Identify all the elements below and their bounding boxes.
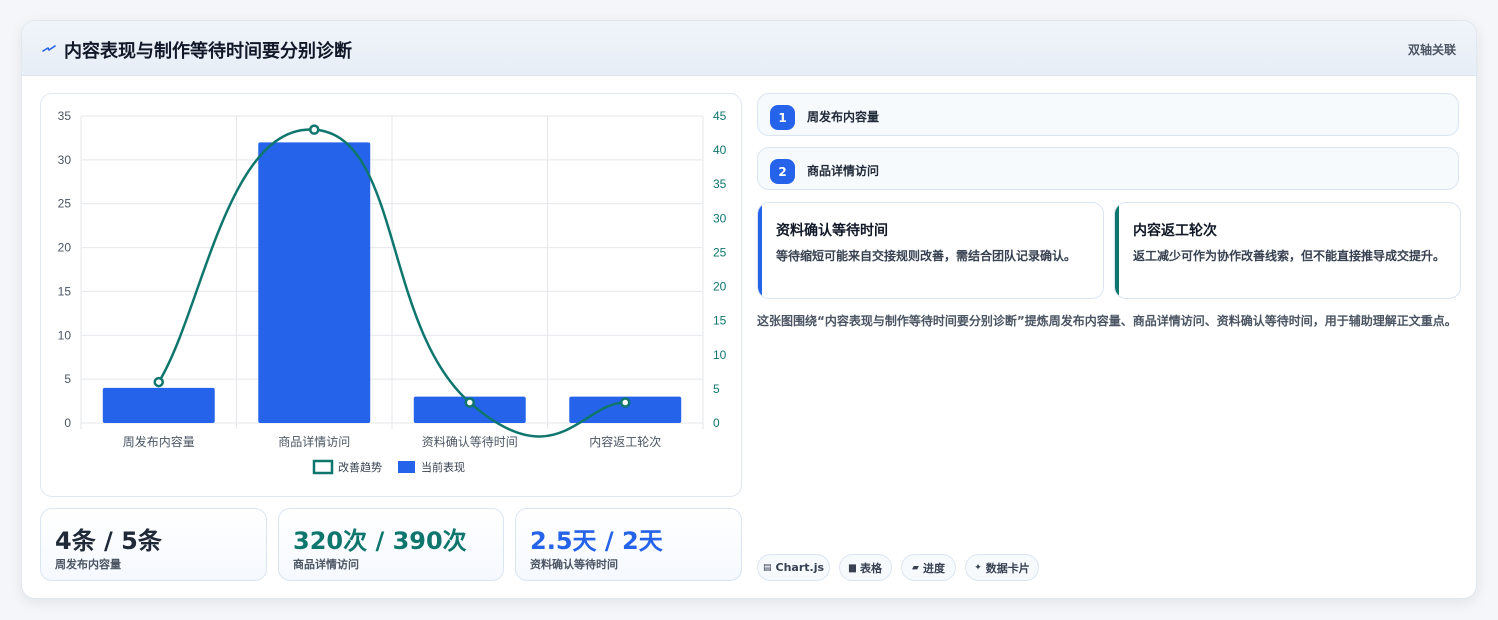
- y-right-tick-label: 35: [713, 177, 727, 191]
- card-header: 内容表现与制作等待时间要分别诊断 双轴关联: [22, 21, 1476, 76]
- y-right-tick-label: 5: [713, 382, 720, 396]
- list-item[interactable]: 2 商品详情访问: [757, 147, 1459, 190]
- main-card: 内容表现与制作等待时间要分别诊断 双轴关联 0 5 10 15 20 25 30 35 0 5 10…: [21, 20, 1477, 599]
- note-text: 返工减少可作为协作改善线索，但不能直接推导成交提升。: [1133, 249, 1446, 263]
- tag-datacard[interactable]: ✦ 数据卡片: [965, 554, 1039, 581]
- y-right-tick-label: 45: [713, 109, 727, 123]
- summary-text: 这张图围绕“内容表现与制作等待时间要分别诊断”提炼周发布内容量、商品详情访问、资…: [757, 314, 1457, 328]
- progress-icon: ▰: [912, 562, 919, 573]
- tag-label: Chart.js: [775, 561, 825, 574]
- bar: [258, 142, 371, 424]
- y-left-tick-label: 35: [58, 109, 72, 123]
- sparkle-icon: ✦: [974, 562, 982, 573]
- chart-panel: 0 5 10 15 20 25 30 35 0 5 10 15 20 25 30 35 40 45 周发布内容量 商品…: [40, 93, 742, 497]
- trend-point: [153, 376, 164, 388]
- y-left-tick-label: 30: [58, 153, 72, 167]
- combo-chart: 0 5 10 15 20 25 30 35 0 5 10 15 20 25 30 35 40 45 周发布内容量 商品…: [58, 109, 727, 475]
- note-accent-bar: [758, 203, 762, 298]
- header-badge: 双轴关联: [1407, 43, 1456, 57]
- item-label: 周发布内容量: [807, 110, 880, 124]
- note-card: 资料确认等待时间 等待缩短可能来自交接规则改善，需结合团队记录确认。: [757, 202, 1104, 299]
- page-title: 内容表现与制作等待时间要分别诊断: [64, 41, 352, 62]
- note-title: 资料确认等待时间: [776, 223, 888, 239]
- stat-label: 资料确认等待时间: [530, 558, 618, 571]
- x-tick-label: 资料确认等待时间: [422, 435, 518, 449]
- y-right-tick-label: 0: [713, 416, 720, 430]
- trend-point: [464, 397, 475, 408]
- item-number-badge: 2: [770, 159, 795, 184]
- y-right-tick-label: 25: [713, 245, 727, 259]
- stat-card: 320次 / 390次 商品详情访问: [278, 508, 504, 581]
- item-number-badge: 1: [770, 105, 795, 130]
- x-tick-label: 内容返工轮次: [589, 434, 661, 449]
- x-tick-label: 周发布内容量: [123, 434, 195, 449]
- y-left-tick-label: 5: [64, 372, 71, 386]
- tag-label: 数据卡片: [985, 561, 1030, 575]
- x-tick-label: 商品详情访问: [278, 434, 350, 449]
- legend-label: 改善趋势: [338, 460, 382, 474]
- table-icon: ▆: [849, 562, 856, 573]
- stat-value: 2.5天 / 2天: [530, 527, 663, 555]
- y-left-tick-label: 10: [58, 328, 72, 342]
- trend-point: [309, 124, 320, 135]
- y-right-tick-label: 30: [713, 211, 727, 225]
- tag-table[interactable]: ▆ 表格: [839, 554, 892, 581]
- tag-label: 表格: [859, 561, 882, 575]
- stat-value: 320次 / 390次: [293, 527, 467, 555]
- list-item[interactable]: 1 周发布内容量: [757, 93, 1459, 136]
- item-label: 商品详情访问: [807, 164, 880, 178]
- y-right-tick-label: 40: [713, 143, 727, 157]
- y-left-tick-label: 0: [64, 416, 71, 430]
- note-card: 内容返工轮次 返工减少可作为协作改善线索，但不能直接推导成交提升。: [1114, 202, 1461, 299]
- lightning-icon: [42, 45, 56, 52]
- y-left-tick-label: 15: [58, 284, 72, 298]
- y-left-tick-label: 25: [58, 197, 72, 211]
- tag-label: 进度: [922, 561, 945, 575]
- stat-value: 4条 / 5条: [55, 527, 162, 555]
- tag-progress[interactable]: ▰ 进度: [901, 554, 956, 581]
- y-right-tick-label: 20: [713, 280, 727, 294]
- y-left-tick-label: 20: [58, 241, 72, 255]
- stat-card: 2.5天 / 2天 资料确认等待时间: [515, 508, 742, 581]
- stat-label: 周发布内容量: [55, 558, 121, 571]
- y-right-tick-label: 10: [713, 348, 727, 362]
- note-accent-bar: [1115, 203, 1119, 298]
- tag-chartjs[interactable]: ▤ Chart.js: [757, 554, 830, 581]
- stat-card: 4条 / 5条 周发布内容量: [40, 508, 267, 581]
- trend-point: [620, 397, 631, 408]
- legend-swatch-line: [312, 459, 334, 475]
- chart-icon: ▤: [762, 562, 772, 573]
- bar: [102, 387, 215, 423]
- legend-swatch-bar: [398, 461, 415, 473]
- note-title: 内容返工轮次: [1133, 223, 1217, 239]
- y-right-tick-label: 15: [713, 314, 727, 328]
- note-text: 等待缩短可能来自交接规则改善，需结合团队记录确认。: [776, 249, 1077, 263]
- legend-label: 当前表现: [421, 460, 465, 474]
- stat-label: 商品详情访问: [293, 558, 359, 571]
